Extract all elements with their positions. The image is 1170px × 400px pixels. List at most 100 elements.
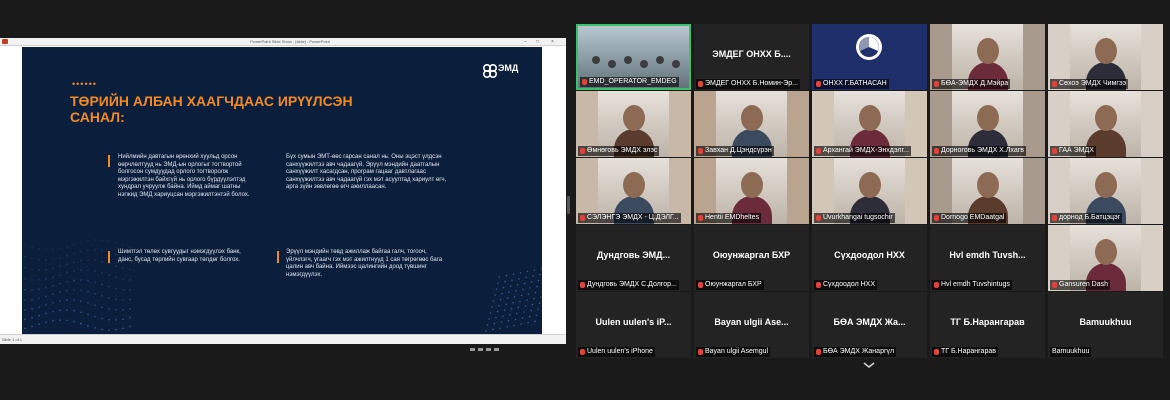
minimize-button[interactable]: – [524,38,527,46]
microphone-muted-icon [816,81,821,87]
participant-tile[interactable]: БӨА-ЭМДХ Д.Мэйра [930,24,1045,90]
participant-tile[interactable]: Bamuukhuu Bamuukhuu [1048,292,1163,358]
participant-name-label: ТГ Б.Нарангарав [932,347,998,357]
participant-name-label: БӨА-ЭМДХ Д.Мэйра [932,79,1011,89]
participant-name-label: Сөхоэ ЭМДХ Чимгээ [1050,79,1129,89]
participant-tile[interactable]: СЭЛЭНГЭ ЭМДХ - Ц.ДЭЛГ... [576,158,691,224]
accent-bar [108,155,110,167]
microphone-muted-icon [698,282,703,288]
participant-tile[interactable]: Өмнөговь ЭМДХ элэс [576,91,691,157]
participant-name: Bayan ulgii Asemgul [705,348,769,355]
slide-paragraph-2: Бүх сумын ЭМТ-өөс гарсан санал нь: Оны э… [286,154,447,191]
participant-name-label: Завхан Д.Цэндсүрэн [696,146,774,156]
decorative-dot-wave [485,267,542,332]
participant-name-label: Bamuukhuu [1050,347,1092,357]
reading-view-icon[interactable] [486,348,491,351]
participant-tile[interactable]: ГАА ЭМДХ [1048,91,1163,157]
participant-name: EMD_OPERATOR_EMDEG [589,78,677,85]
participant-name: Архангай ЭМДХ-Энхдэлг... [823,147,910,154]
participant-tile[interactable]: EMD_OPERATOR_EMDEG [576,24,691,90]
participant-tile[interactable]: Завхан Д.Цэндсүрэн [694,91,809,157]
microphone-muted-icon [582,79,587,85]
participant-name-label: ОНХХ Г.БАТНАСАН [814,79,889,89]
participant-tile[interactable]: дорнод Б.Батцэцэг [1048,158,1163,224]
participant-tile[interactable]: Дорноговь ЭМДХ Х.Лхагв [930,91,1045,157]
participant-video [859,172,881,198]
microphone-muted-icon [816,148,821,154]
slide-paragraph-1: Нийлмийн давтагын өрөнхий хуульд орсон ө… [118,154,250,198]
participant-name-label: Hentii EMDheltes [696,213,762,223]
participant-tile[interactable]: Bayan ulgii Ase... Bayan ulgii Asemgul [694,292,809,358]
chevron-down-icon[interactable] [862,360,876,370]
participant-tile[interactable]: Оюунжаргал БХР Оюунжаргал БХР [694,225,809,291]
participant-name: Завхан Д.Цэндсүрэн [705,147,772,154]
participant-tile[interactable]: Сөхоэ ЭМДХ Чимгээ [1048,24,1163,90]
participant-tile[interactable]: Сүхдоодол НХХ Сүхдоодол НХХ [812,225,927,291]
participant-name: ТГ Б.Нарангарав [941,348,996,355]
participant-video [977,38,999,64]
participant-display-name: Дундговь ЭМД... [596,250,671,260]
participant-tile[interactable]: Hentii EMDheltes [694,158,809,224]
participant-display-name: Hvl emdh Tuvsh... [949,250,1026,260]
participant-tile[interactable]: Uulen uulen's iP... Uulen uulen's iPhone [576,292,691,358]
participant-tile[interactable]: ОНХХ Г.БАТНАСАН [812,24,927,90]
participant-name-label: Дорноговь ЭМДХ Х.Лхагв [932,146,1026,156]
microphone-muted-icon [580,282,585,288]
participant-name: Сүхдоодол НХХ [823,281,876,288]
participant-tile[interactable]: БӨА ЭМДХ Жа... БӨА ЭМДХ Жанаргүл [812,292,927,358]
participant-name: Сөхоэ ЭМДХ Чимгээ [1059,80,1127,87]
participant-video [623,105,645,131]
microphone-muted-icon [698,215,703,221]
maximize-button[interactable]: □ [536,38,539,46]
participant-name: Gansuren Dash [1059,281,1109,288]
participant-name-label: Архангай ЭМДХ-Энхдэлг... [814,146,912,156]
participant-tile[interactable]: Дундговь ЭМД... Дундговь ЭМДХ С.Долгор... [576,225,691,291]
profile-logo-icon [856,34,882,60]
powerpoint-titlebar: PowerPoint Slide Show - [slide] - PowerP… [0,38,566,46]
participant-video [977,172,999,198]
microphone-muted-icon [934,148,939,154]
participant-video [608,60,616,68]
slide-paragraph-3: Шимтгэл төлөх сувгуудыг нэмэгдүүлэх банк… [118,249,241,263]
participant-name-label: Bayan ulgii Asemgul [696,347,771,357]
participant-name-label: Gansuren Dash [1050,280,1111,290]
participant-name: СЭЛЭНГЭ ЭМДХ - Ц.ДЭЛГ... [587,214,679,221]
participant-name-label: EMD_OPERATOR_EMDEG [580,77,679,87]
participant-name-label: БӨА ЭМДХ Жанаргүл [814,347,897,357]
participant-tile[interactable]: Uvurkhangai tugsochir [812,158,927,224]
microphone-muted-icon [934,215,939,221]
participant-tile[interactable]: Dornogo EMDaatgal [930,158,1045,224]
participant-tile[interactable]: Gansuren Dash [1048,225,1163,291]
view-controls[interactable] [470,338,560,351]
slideshow-view-icon[interactable] [494,348,499,351]
participant-name-label: ЭМДЕГ ОНХХ Б.Номин-Эр... [696,79,800,89]
participant-name: Hentii EMDheltes [705,214,760,221]
participant-name: Дундговь ЭМДХ С.Долгор... [587,281,677,288]
participant-name: ЭМДЕГ ОНХХ Б.Номин-Эр... [705,80,798,87]
microphone-muted-icon [580,215,585,221]
split-view-handle[interactable] [567,196,570,214]
participant-display-name: Bayan ulgii Ase... [714,317,789,327]
participant-name-label: Өмнөговь ЭМДХ элэс [578,146,660,156]
participant-video [1095,38,1117,64]
participant-display-name: ТГ Б.Нарангарав [950,317,1025,327]
microphone-muted-icon [934,282,939,288]
participant-name-label: ГАА ЭМДХ [1050,146,1096,156]
slide-dots: •••••• [72,79,97,89]
participant-tile[interactable]: ЭМДЕГ ОНХХ Б.... ЭМДЕГ ОНХХ Б.Номин-Эр... [694,24,809,90]
participant-tile[interactable]: Архангай ЭМДХ-Энхдэлг... [812,91,927,157]
slide-title: ТӨРИЙН АЛБАН ХААГЧДААС ИРҮҮЛСЭН САНАЛ: [70,93,353,125]
slide-counter: Slide 1 of 1 [2,337,23,342]
participant-name-label: Оюунжаргал БХР [696,280,764,290]
logo-text: ЭМД [498,63,519,73]
microphone-muted-icon [580,349,585,355]
sorter-view-icon[interactable] [478,348,483,351]
close-button[interactable]: × [551,38,554,46]
participant-tile[interactable]: Hvl emdh Tuvsh... Hvl emdh Tuvshintugs [930,225,1045,291]
normal-view-icon[interactable] [470,348,475,351]
microphone-muted-icon [1052,81,1057,87]
participant-tile[interactable]: ТГ Б.Нарангарав ТГ Б.Нарангарав [930,292,1045,358]
participant-display-name: Сүхдоодол НХХ [834,250,905,260]
participant-name-label: Uvurkhangai tugsochir [814,213,895,223]
accent-bar [277,251,279,263]
